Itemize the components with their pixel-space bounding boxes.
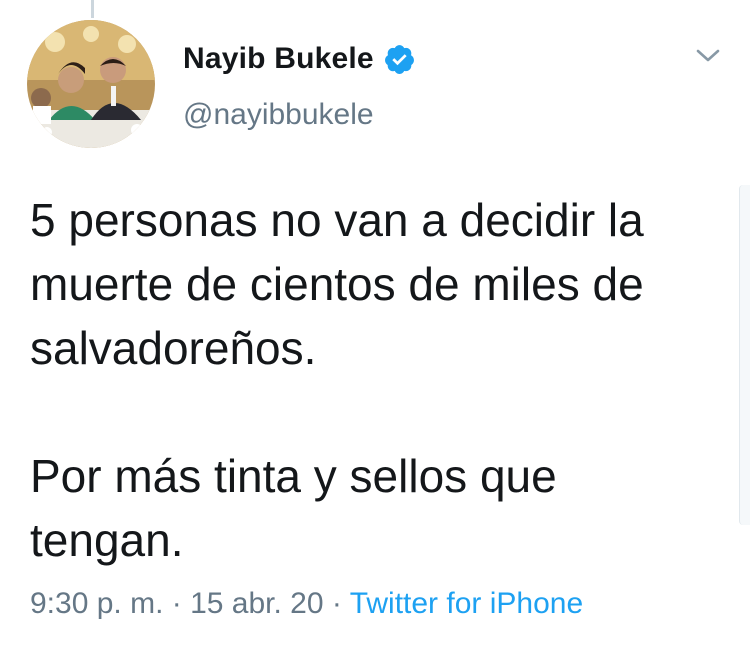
tweet-time[interactable]: 9:30 p. m. [30,587,163,620]
thread-connector-line [91,0,94,18]
chevron-down-icon[interactable] [693,44,723,68]
tweet-text: 5 personas no van a decidir la muerte de… [30,194,644,566]
avatar-photo-icon [27,20,155,148]
meta-separator: · [331,587,342,620]
tweet-meta: 9:30 p. m. · 15 abr. 20 · Twitter for iP… [30,584,583,624]
author-handle[interactable]: @nayibbukele [183,94,374,136]
author-name-row[interactable]: Nayib Bukele [183,38,416,80]
verified-badge-icon [383,43,416,76]
tweet-source-link[interactable]: Twitter for iPhone [350,587,583,620]
scrollbar[interactable] [739,185,750,525]
author-display-name[interactable]: Nayib Bukele [183,42,374,76]
meta-separator: · [171,587,182,620]
tweet-date[interactable]: 15 abr. 20 [190,587,323,620]
avatar[interactable] [27,20,155,148]
